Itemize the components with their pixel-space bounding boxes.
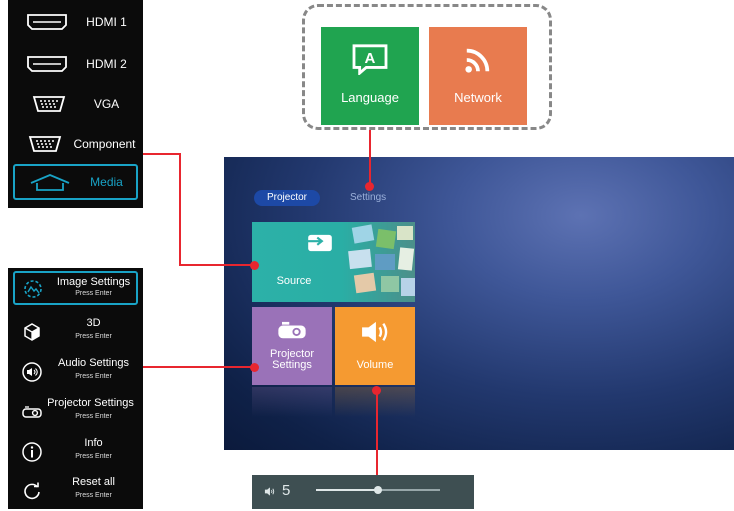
menu-item-title: Projector Settings — [47, 397, 134, 409]
language-icon: A — [352, 44, 388, 75]
volume-slider-track[interactable] — [316, 486, 440, 494]
projector-settings-tile[interactable]: Projector Settings — [252, 307, 332, 385]
menu-item-image-settings[interactable]: Image Settings Press Enter — [13, 271, 138, 305]
language-label: Language — [341, 90, 399, 105]
source-label: Media — [90, 175, 123, 189]
volume-level: 5 — [282, 482, 291, 499]
source-label: Component — [73, 137, 136, 151]
source-item-hdmi1[interactable]: HDMI 1 — [8, 4, 143, 40]
tab-settings[interactable]: Settings — [350, 190, 386, 206]
menu-item-reset-all[interactable]: Reset all Press Enter — [8, 471, 143, 511]
menu-item-title: 3D — [86, 317, 101, 329]
connector-line — [179, 264, 255, 266]
home-screen: Projector Settings Source Projector Sett… — [224, 157, 734, 450]
source-tile[interactable]: Source — [252, 222, 415, 302]
connector-line — [143, 153, 181, 155]
menu-item-hint: Press Enter — [75, 492, 112, 499]
source-item-media[interactable]: Media — [13, 164, 138, 200]
connector-dot — [250, 261, 259, 270]
menu-item-title: Reset all — [72, 476, 115, 488]
menu-item-3d[interactable]: 3D Press Enter — [8, 312, 143, 352]
connector-line — [369, 130, 371, 186]
volume-bar: 5 — [252, 475, 474, 509]
source-tile-label: Source — [276, 275, 312, 287]
volume-slider-fill — [316, 489, 378, 491]
media-icon — [30, 174, 70, 191]
reset-icon — [24, 482, 40, 500]
3d-cube-icon — [24, 323, 40, 341]
vga-icon — [32, 96, 66, 112]
connector-line — [376, 390, 378, 475]
hdmi-icon — [27, 56, 67, 72]
speaker-icon — [22, 362, 42, 382]
source-label: VGA — [93, 97, 120, 111]
wifi-icon — [465, 48, 490, 73]
settings-submenu-callout: A Language Network — [302, 4, 552, 130]
menu-item-hint: Press Enter — [75, 453, 112, 460]
volume-slider-knob[interactable] — [374, 486, 382, 494]
speaker-icon — [264, 487, 275, 496]
hdmi-icon — [27, 14, 67, 30]
volume-tile-label: Volume — [356, 359, 394, 371]
media-thumbnails-image — [348, 224, 415, 296]
connector-dot — [250, 363, 259, 372]
info-icon — [22, 442, 42, 462]
volume-tile[interactable]: Volume — [335, 307, 415, 385]
network-tile[interactable]: Network — [429, 27, 527, 125]
menu-item-info[interactable]: Info Press Enter — [8, 432, 143, 472]
source-item-vga[interactable]: VGA — [8, 86, 143, 122]
image-settings-icon — [24, 280, 42, 298]
menu-item-hint: Press Enter — [75, 413, 112, 420]
volume-speaker-icon — [362, 321, 388, 343]
component-icon — [28, 136, 62, 152]
source-item-component[interactable]: Component — [8, 126, 143, 162]
tab-projector[interactable]: Projector — [254, 190, 321, 206]
source-item-hdmi2[interactable]: HDMI 2 — [8, 46, 143, 82]
connector-dot — [365, 182, 374, 191]
network-label: Network — [454, 90, 502, 105]
source-label: HDMI 2 — [86, 57, 127, 71]
connector-line — [179, 153, 181, 266]
menu-item-title: Audio Settings — [58, 357, 129, 369]
projector-icon — [278, 321, 306, 339]
connector-dot — [372, 386, 381, 395]
connector-line — [143, 366, 255, 368]
projector-settings-label-line2: Settings — [272, 359, 312, 371]
svg-text:A: A — [365, 50, 376, 67]
menu-item-hint: Press Enter — [75, 290, 112, 297]
menu-item-title: Image Settings — [56, 276, 131, 288]
settings-menu: Image Settings Press Enter 3D Press Ente… — [8, 268, 143, 509]
projector-settings-label: Projector Settings — [252, 349, 332, 371]
source-label: HDMI 1 — [86, 15, 127, 29]
menu-item-hint: Press Enter — [75, 373, 112, 380]
language-tile[interactable]: A Language — [321, 27, 419, 125]
menu-item-hint: Press Enter — [75, 333, 112, 340]
menu-item-title: Info — [84, 437, 103, 449]
tile-reflection — [252, 387, 332, 417]
menu-item-projector-settings[interactable]: Projector Settings Press Enter — [8, 392, 143, 432]
menu-item-audio-settings[interactable]: Audio Settings Press Enter — [8, 352, 143, 392]
source-menu: HDMI 1 HDMI 2 VGA Component Media — [8, 0, 143, 208]
input-source-icon — [306, 234, 332, 252]
